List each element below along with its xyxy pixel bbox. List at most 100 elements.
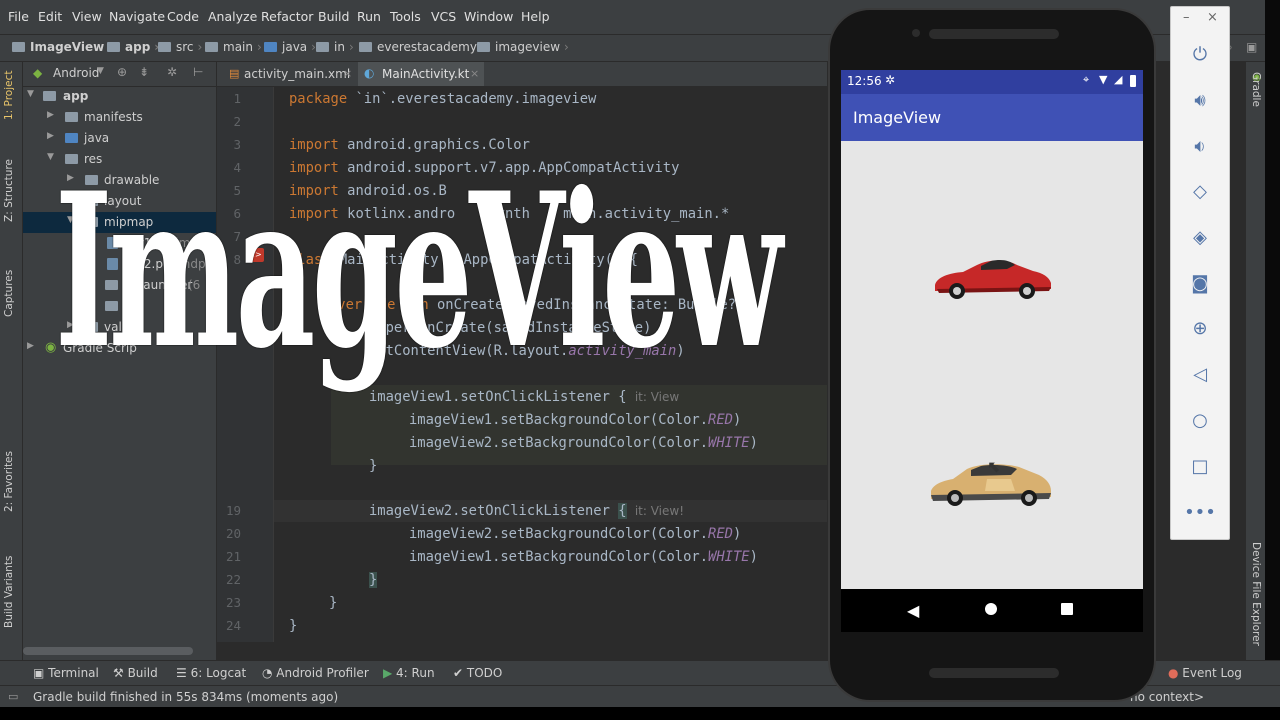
logcat-icon: ☰ xyxy=(176,666,191,680)
menu-window[interactable]: Window xyxy=(464,9,513,24)
close-icon[interactable]: × xyxy=(1207,10,1218,25)
logcat-tool-button[interactable]: ☰ 6: Logcat xyxy=(176,666,246,680)
menu-run[interactable]: Run xyxy=(357,9,381,24)
tree-item-manifests[interactable]: ▶ manifests xyxy=(23,107,216,128)
camera-icon[interactable]: ◙ xyxy=(1171,268,1229,298)
tree-item-app[interactable]: ▼ app xyxy=(23,86,216,107)
parameter-hint: it: View! xyxy=(634,504,685,518)
tab-favorites[interactable]: 2: Favorites xyxy=(3,451,15,512)
breadcrumb-item-imageview[interactable]: imageview › xyxy=(477,40,569,54)
tab-structure[interactable]: Z: Structure xyxy=(3,159,15,222)
profiler-icon: ◔ xyxy=(262,666,277,680)
menu-tools[interactable]: Tools xyxy=(390,9,421,24)
project-structure-icon[interactable]: ▣ xyxy=(1246,40,1257,54)
battery-icon xyxy=(1130,75,1136,87)
project-panel-header: ◆ Android ▼ ⊕ ⇟ ✲ ⊢ xyxy=(23,62,216,87)
close-icon[interactable]: × xyxy=(343,67,352,80)
breadcrumb-item-java[interactable]: java › xyxy=(264,40,316,54)
sync-icon[interactable]: ⊕ xyxy=(117,65,127,79)
code-line-1: package `in`.everestacademy.imageview xyxy=(289,91,597,107)
chevron-down-icon[interactable]: ▼ xyxy=(97,66,104,76)
volume-down-icon[interactable]: 🔉︎ xyxy=(1171,131,1229,161)
menu-code[interactable]: Code xyxy=(167,9,199,24)
package-icon xyxy=(316,42,329,52)
window-edge xyxy=(0,707,1280,720)
nav-back-icon[interactable]: ◀ xyxy=(907,601,919,620)
kotlin-file-icon: ◐ xyxy=(364,66,375,80)
expanded-arrow-icon[interactable]: ▼ xyxy=(27,89,34,99)
tab-project[interactable]: 1: Project xyxy=(3,71,15,120)
power-icon[interactable]: ⏻ xyxy=(1171,39,1229,69)
tab-captures[interactable]: Captures xyxy=(3,270,15,317)
menu-file[interactable]: File xyxy=(8,9,29,24)
tab-device-file-explorer[interactable]: Device File Explorer xyxy=(1250,542,1262,646)
breadcrumb-item-src[interactable]: src › xyxy=(158,40,202,54)
horizontal-scrollbar[interactable] xyxy=(23,647,193,655)
left-tool-strip: 1: Project Z: Structure Captures 2: Favo… xyxy=(0,62,23,660)
code-line-21: imageView1.setBackgroundColor(Color.WHIT… xyxy=(409,549,758,565)
project-view-selector[interactable]: Android xyxy=(53,66,99,80)
menu-refactor[interactable]: Refactor xyxy=(261,9,313,24)
more-icon[interactable]: ••• xyxy=(1171,497,1229,527)
build-tool-button[interactable]: ⚒ Build xyxy=(113,666,158,680)
collapsed-arrow-icon[interactable]: ▶ xyxy=(47,131,54,141)
android-icon: ◆ xyxy=(33,66,43,80)
minimize-icon[interactable]: – xyxy=(1183,10,1190,25)
hide-panel-icon[interactable]: ⊢ xyxy=(193,65,203,79)
status-panel-icon[interactable]: ▭ xyxy=(8,690,18,703)
nav-home-icon[interactable] xyxy=(985,603,997,615)
menu-analyze[interactable]: Analyze xyxy=(208,9,257,24)
rotate-right-icon[interactable]: ◈ xyxy=(1171,222,1229,252)
menu-build[interactable]: Build xyxy=(318,9,349,24)
folder-icon xyxy=(264,42,277,52)
emulator-toolbar: – × ⏻ 🔊︎ 🔉︎ ◇ ◈ ◙ ⊕ ◁ ○ □ ••• xyxy=(1170,6,1230,540)
nav-recents-icon[interactable] xyxy=(1061,603,1073,615)
code-line-24: } xyxy=(289,618,298,634)
image-view-1[interactable] xyxy=(929,251,1055,303)
back-icon[interactable]: ◁ xyxy=(1171,359,1229,389)
collapsed-arrow-icon[interactable]: ▶ xyxy=(47,110,54,120)
tab-gradle[interactable]: Gradle xyxy=(1250,72,1262,107)
breadcrumb-item-app[interactable]: app › xyxy=(107,40,159,54)
menu-navigate[interactable]: Navigate xyxy=(109,9,165,24)
expanded-arrow-icon[interactable]: ▼ xyxy=(47,152,54,162)
run-tool-button[interactable]: ▶ 4: Run xyxy=(383,666,435,680)
breadcrumb-item-in[interactable]: in › xyxy=(316,40,354,54)
right-tool-strip: ◉ Gradle Device File Explorer xyxy=(1245,62,1266,660)
terminal-tool-button[interactable]: ▣ Terminal xyxy=(33,666,99,680)
gear-icon[interactable]: ✲ xyxy=(167,65,177,79)
tab-mainactivity-kt[interactable]: ◐ MainActivity.kt × xyxy=(358,62,484,86)
todo-tool-button[interactable]: ✔ TODO xyxy=(453,666,502,680)
module-folder-icon xyxy=(43,91,56,101)
breadcrumb-item-main[interactable]: main › xyxy=(205,40,262,54)
breadcrumb-item-project[interactable]: ImageView› xyxy=(12,40,113,54)
status-time: 12:56 xyxy=(847,74,882,88)
event-log-button[interactable]: ● Event Log xyxy=(1168,666,1242,680)
context-indicator[interactable]: no context> xyxy=(1130,690,1204,704)
status-message: Gradle build finished in 55s 834ms (mome… xyxy=(33,690,339,704)
volume-up-icon[interactable]: 🔊︎ xyxy=(1171,85,1229,115)
rotate-left-icon[interactable]: ◇ xyxy=(1171,176,1229,206)
menu-view[interactable]: View xyxy=(72,9,102,24)
home-icon[interactable]: ○ xyxy=(1171,405,1229,435)
terminal-icon: ▣ xyxy=(33,666,49,680)
collapse-icon[interactable]: ⇟ xyxy=(139,65,149,79)
app-bar: ImageView xyxy=(841,94,1143,141)
menu-help[interactable]: Help xyxy=(521,9,550,24)
menu-vcs[interactable]: VCS xyxy=(431,9,456,24)
overlay-title: ImageView xyxy=(55,146,783,395)
line-number: 22 xyxy=(225,572,241,587)
front-camera xyxy=(912,29,920,37)
collapsed-arrow-icon[interactable]: ▶ xyxy=(27,341,34,351)
tab-build-variants[interactable]: Build Variants xyxy=(3,556,15,628)
event-log-icon: ● xyxy=(1168,666,1183,680)
zoom-icon[interactable]: ⊕ xyxy=(1171,313,1229,343)
close-icon[interactable]: × xyxy=(470,67,479,80)
folder-icon xyxy=(65,112,78,122)
overview-icon[interactable]: □ xyxy=(1171,451,1229,481)
line-number: 1 xyxy=(233,91,241,106)
breadcrumb-item-everestacademy[interactable]: everestacademy› xyxy=(359,40,486,54)
tab-activity-main-xml[interactable]: ▤ activity_main.xml × xyxy=(223,62,355,86)
android-profiler-tool-button[interactable]: ◔ Android Profiler xyxy=(262,666,369,680)
menu-edit[interactable]: Edit xyxy=(38,9,62,24)
